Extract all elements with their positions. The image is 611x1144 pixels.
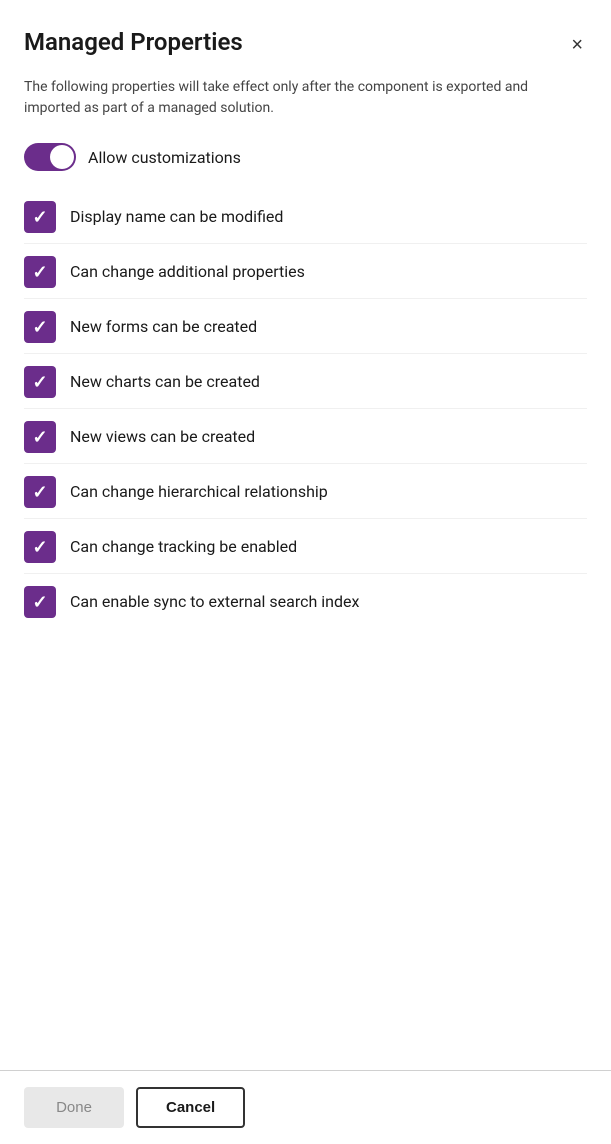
checkbox-label: New charts can be created [70, 371, 260, 393]
checkbox-new-forms[interactable]: ✓ [24, 311, 56, 343]
list-item: ✓ New forms can be created [24, 301, 587, 354]
checkbox-list: ✓ Display name can be modified ✓ Can cha… [24, 191, 587, 628]
checkbox-label: Can enable sync to external search index [70, 591, 359, 613]
toggle-row: Allow customizations [24, 143, 587, 171]
checkbox-label: New forms can be created [70, 316, 257, 338]
checkbox-display-name[interactable]: ✓ [24, 201, 56, 233]
list-item: ✓ New charts can be created [24, 356, 587, 409]
checkbox-new-charts[interactable]: ✓ [24, 366, 56, 398]
dialog-header: Managed Properties × [24, 28, 587, 61]
checkbox-label: Can change tracking be enabled [70, 536, 297, 558]
list-item: ✓ Can change tracking be enabled [24, 521, 587, 574]
checkmark-icon: ✓ [32, 263, 47, 281]
list-item: ✓ Can enable sync to external search ind… [24, 576, 587, 628]
cancel-button[interactable]: Cancel [136, 1087, 245, 1128]
toggle-knob [50, 145, 74, 169]
checkmark-icon: ✓ [32, 593, 47, 611]
dialog-description: The following properties will take effec… [24, 77, 587, 119]
checkmark-icon: ✓ [32, 483, 47, 501]
allow-customizations-toggle[interactable] [24, 143, 76, 171]
managed-properties-dialog: Managed Properties × The following prope… [0, 0, 611, 1144]
list-item: ✓ New views can be created [24, 411, 587, 464]
checkbox-tracking[interactable]: ✓ [24, 531, 56, 563]
checkbox-new-views[interactable]: ✓ [24, 421, 56, 453]
checkbox-label: New views can be created [70, 426, 255, 448]
checkbox-additional-props[interactable]: ✓ [24, 256, 56, 288]
checkbox-hierarchical[interactable]: ✓ [24, 476, 56, 508]
list-item: ✓ Can change additional properties [24, 246, 587, 299]
dialog-title: Managed Properties [24, 28, 243, 57]
checkmark-icon: ✓ [32, 208, 47, 226]
checkbox-label: Can change additional properties [70, 261, 305, 283]
list-item: ✓ Can change hierarchical relationship [24, 466, 587, 519]
checkmark-icon: ✓ [32, 428, 47, 446]
dialog-footer: Done Cancel [0, 1070, 611, 1144]
checkmark-icon: ✓ [32, 373, 47, 391]
checkbox-sync-search[interactable]: ✓ [24, 586, 56, 618]
toggle-label: Allow customizations [88, 148, 241, 167]
done-button[interactable]: Done [24, 1087, 124, 1128]
list-item: ✓ Display name can be modified [24, 191, 587, 244]
checkmark-icon: ✓ [32, 318, 47, 336]
dialog-content: Managed Properties × The following prope… [0, 0, 611, 1070]
checkbox-label: Can change hierarchical relationship [70, 481, 328, 503]
checkbox-label: Display name can be modified [70, 206, 283, 228]
checkmark-icon: ✓ [32, 538, 47, 556]
close-button[interactable]: × [567, 30, 587, 61]
